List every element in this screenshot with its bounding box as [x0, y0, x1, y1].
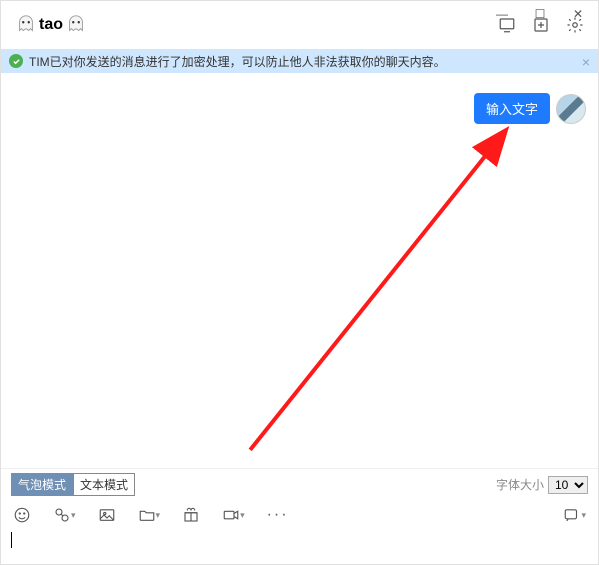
chat-title: tao — [15, 14, 87, 36]
chat-area: 输入文字 — [1, 73, 598, 468]
chevron-down-icon: ▾ — [240, 510, 245, 521]
video-button[interactable]: ▾ — [222, 506, 245, 524]
encryption-banner: TIM已对你发送的消息进行了加密处理，可以防止他人非法获取你的聊天内容。 × — [1, 49, 598, 73]
image-button[interactable] — [98, 506, 116, 524]
tab-bubble-mode[interactable]: 气泡模式 — [11, 473, 73, 496]
chevron-down-icon: ▾ — [71, 510, 76, 521]
chat-title-text: tao — [39, 16, 63, 34]
chevron-down-icon: ▾ — [156, 510, 161, 521]
gift-button[interactable] — [182, 506, 200, 524]
banner-text: TIM已对你发送的消息进行了加密处理，可以防止他人非法获取你的聊天内容。 — [29, 53, 446, 70]
font-size-select[interactable]: 10 — [548, 476, 588, 494]
check-icon — [9, 54, 23, 68]
ghost-icon-left — [15, 14, 37, 36]
screenshot-button[interactable]: ▾ — [53, 506, 76, 524]
history-button[interactable]: ▾ — [563, 506, 586, 524]
annotation-arrow — [1, 73, 598, 468]
input-toolbar: ▾ ▾ ▾ ··· ▾ — [1, 500, 598, 530]
avatar[interactable] — [556, 94, 586, 124]
more-button[interactable]: ··· — [267, 506, 289, 524]
message-bubble[interactable]: 输入文字 — [474, 93, 550, 124]
message-row: 输入文字 — [474, 93, 586, 124]
emoji-button[interactable] — [13, 506, 31, 524]
close-window-button[interactable]: ✕ — [559, 0, 597, 28]
tab-text-mode[interactable]: 文本模式 — [73, 473, 135, 496]
folder-button[interactable]: ▾ — [138, 506, 161, 524]
minimize-button[interactable]: — — [483, 0, 521, 28]
chevron-down-icon: ▾ — [581, 510, 586, 521]
maximize-button[interactable]: ☐ — [521, 0, 559, 28]
message-input[interactable] — [1, 530, 598, 564]
banner-close-icon[interactable]: × — [582, 54, 590, 70]
font-size-label: 字体大小 — [496, 476, 544, 493]
mode-row: 气泡模式 文本模式 字体大小 10 — [1, 468, 598, 500]
ghost-icon-right — [65, 14, 87, 36]
